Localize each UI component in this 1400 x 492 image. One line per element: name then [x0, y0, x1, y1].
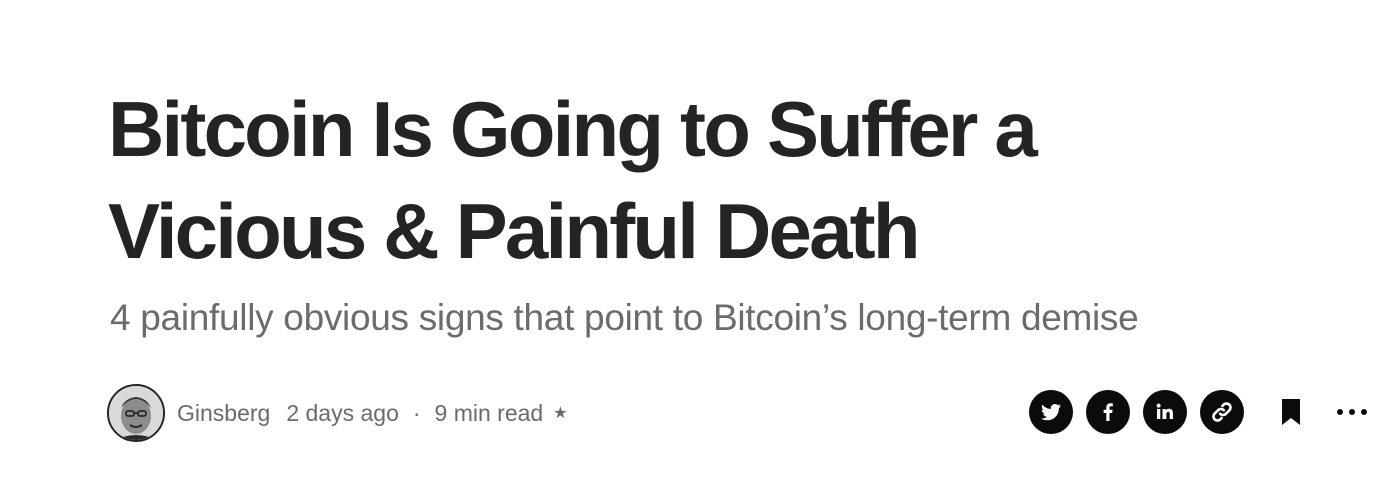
share-twitter-button[interactable]: [1029, 390, 1073, 434]
bookmark-icon: [1282, 399, 1300, 425]
linkedin-icon: [1156, 403, 1173, 419]
twitter-icon: [1040, 404, 1061, 421]
published-date: 2 days ago: [286, 399, 399, 426]
article-header: Bitcoin Is Going to Suffer a Vicious & P…: [108, 78, 1358, 340]
byline: Ginsberg 2 days ago · 9 min read ★: [107, 382, 568, 444]
share-linkedin-button[interactable]: [1143, 390, 1187, 434]
read-time: 9 min read: [434, 399, 544, 426]
byline-separator: ·: [412, 399, 421, 426]
author-name[interactable]: Ginsberg: [177, 400, 270, 427]
member-only-star-icon: ★: [553, 405, 568, 422]
more-icon: [1337, 409, 1367, 415]
more-options-button[interactable]: [1327, 390, 1377, 434]
share-facebook-button[interactable]: [1086, 390, 1130, 434]
bookmark-button[interactable]: [1271, 390, 1311, 434]
article-actions: [1029, 387, 1377, 437]
article-title: Bitcoin Is Going to Suffer a Vicious & P…: [108, 85, 1038, 275]
author-avatar[interactable]: [107, 384, 165, 442]
copy-link-button[interactable]: [1200, 390, 1244, 434]
link-icon: [1212, 402, 1232, 422]
facebook-icon: [1103, 403, 1113, 421]
article-subtitle: 4 painfully obvious signs that point to …: [110, 297, 1139, 338]
